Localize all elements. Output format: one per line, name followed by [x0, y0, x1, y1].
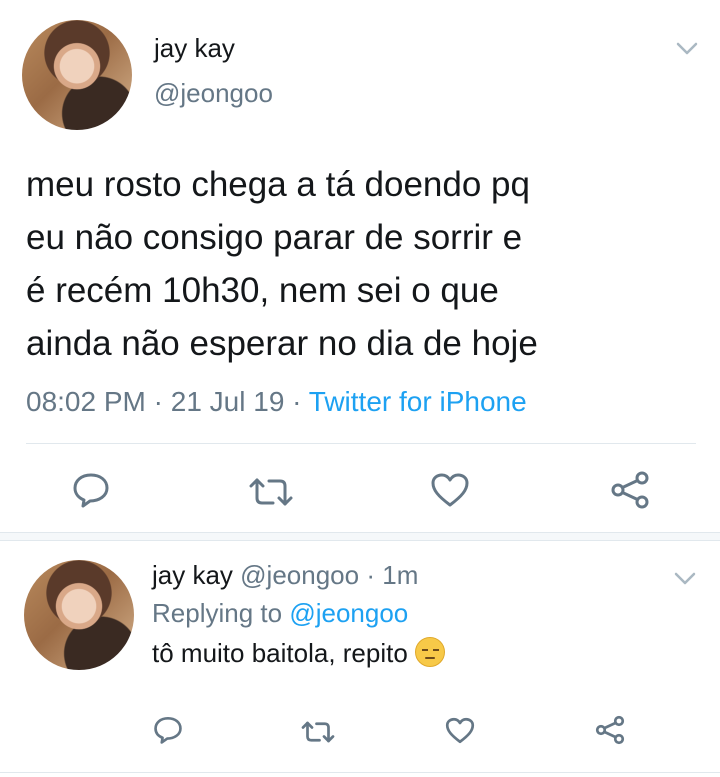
chevron-down-icon[interactable]	[674, 572, 696, 586]
reply-icon[interactable]	[153, 716, 183, 744]
heart-icon[interactable]	[445, 717, 475, 744]
chevron-down-icon[interactable]	[676, 42, 698, 56]
replying-to-label: Replying to	[152, 598, 283, 628]
reply-text-content: tô muito baitola, repito	[152, 638, 408, 668]
tweet-text-line: ainda não esperar no dia de hoje	[26, 324, 538, 363]
divider	[0, 772, 720, 773]
reply-icon[interactable]	[72, 472, 110, 508]
meta-separator: ·	[292, 386, 302, 417]
replying-to: Replying to @jeongoo	[152, 598, 408, 629]
user-handle[interactable]: @jeongoo	[240, 560, 359, 590]
tweet-time[interactable]: 08:02 PM	[26, 386, 146, 417]
tweet-text-line: meu rosto chega a tá doendo pq	[26, 165, 530, 204]
divider	[26, 443, 696, 444]
display-name[interactable]: jay kay	[152, 560, 233, 590]
meta-separator: ·	[366, 560, 375, 590]
display-name[interactable]: jay kay	[154, 33, 235, 64]
tweet-source[interactable]: Twitter for iPhone	[309, 386, 527, 417]
share-icon[interactable]	[609, 470, 651, 510]
tweet-age[interactable]: 1m	[382, 560, 418, 590]
reply-text: tô muito baitola, repito	[152, 637, 446, 669]
user-handle[interactable]: @jeongoo	[154, 78, 273, 109]
retweet-icon[interactable]	[300, 720, 336, 744]
replying-to-handle[interactable]: @jeongoo	[289, 598, 408, 628]
retweet-icon[interactable]	[247, 476, 295, 508]
tweet-text-line: eu não consigo parar de sorrir e	[26, 218, 523, 257]
avatar[interactable]	[22, 20, 132, 130]
reply-header: jay kay @jeongoo · 1m	[152, 560, 418, 591]
divider	[0, 540, 720, 541]
heart-icon[interactable]	[430, 472, 470, 508]
meta-separator: ·	[153, 386, 163, 417]
tweet-date[interactable]: 21 Jul 19	[171, 386, 285, 417]
tweet-text: meu rosto chega a tá doendo pq eu não co…	[26, 158, 706, 370]
divider	[0, 532, 720, 533]
pensive-face-icon	[415, 637, 446, 667]
tweet-text-line: é recém 10h30, nem sei o que	[26, 271, 499, 310]
section-gap	[0, 532, 720, 540]
tweet-meta: 08:02 PM · 21 Jul 19 · Twitter for iPhon…	[26, 386, 527, 418]
avatar[interactable]	[24, 560, 134, 670]
share-icon[interactable]	[594, 715, 626, 745]
